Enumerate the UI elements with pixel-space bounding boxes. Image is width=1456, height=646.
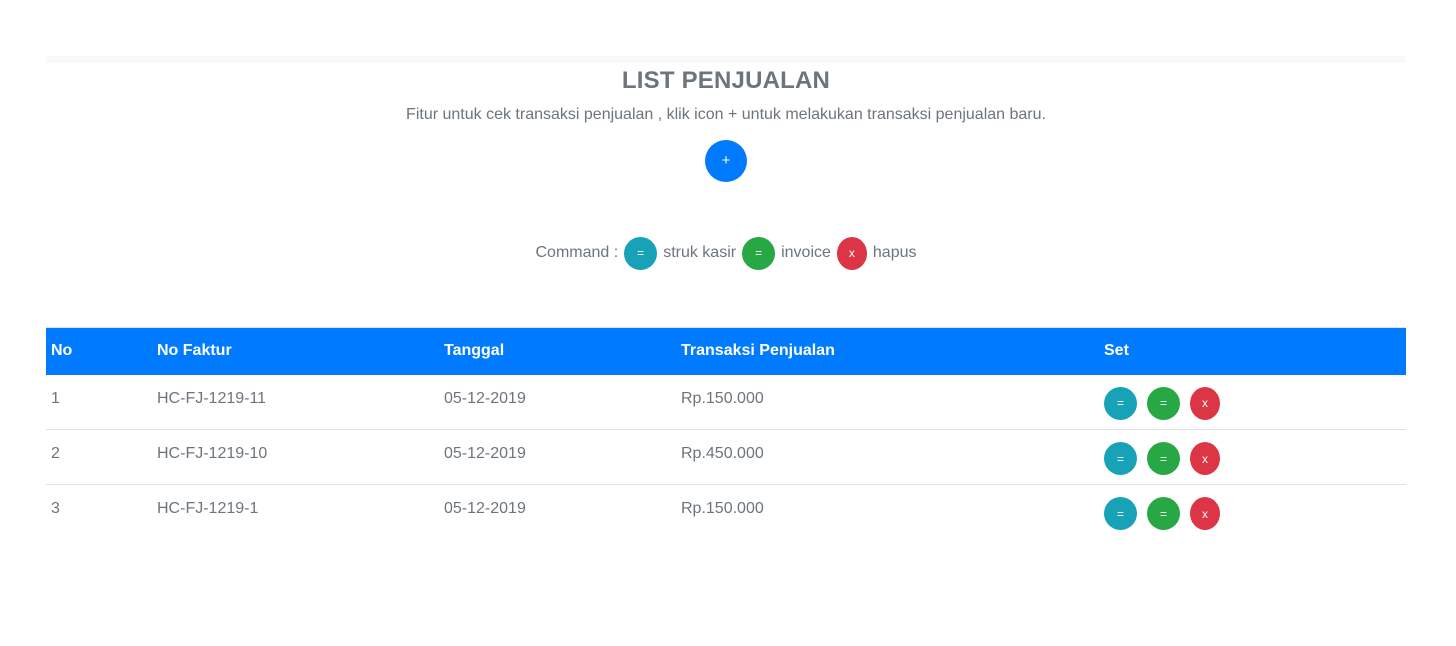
transaction-amount: Rp.450.000 bbox=[681, 445, 764, 462]
cell-faktur: HC-FJ-1219-11 bbox=[152, 375, 439, 430]
top-band-divider bbox=[46, 56, 1406, 63]
table-row: 3 HC-FJ-1219-1 05-12-2019 Rp.150.000 = =… bbox=[46, 484, 1406, 540]
hapus-legend-label: hapus bbox=[872, 244, 917, 261]
cell-tanggal: 05-12-2019 bbox=[439, 484, 676, 540]
invoice-number: HC-FJ-1219-1 bbox=[157, 500, 259, 518]
column-header-transaksi: Transaksi Penjualan bbox=[681, 342, 835, 360]
table-row: 2 HC-FJ-1219-10 05-12-2019 Rp.450.000 = … bbox=[46, 429, 1406, 485]
invoice-number: HC-FJ-1219-11 bbox=[157, 389, 267, 407]
table-header: No No Faktur Tanggal Transaksi Penjualan… bbox=[46, 327, 1406, 375]
transaction-date: 05-12-2019 bbox=[444, 445, 526, 462]
cell-no: 1 bbox=[46, 375, 152, 430]
cell-transaksi: Rp.150.000 bbox=[676, 484, 1099, 540]
transaction-amount: Rp.150.000 bbox=[681, 500, 764, 518]
invoice-number: HC-FJ-1219-10 bbox=[157, 445, 268, 462]
struk-kasir-legend-icon: = bbox=[624, 236, 658, 270]
cell-set: = = x bbox=[1099, 375, 1406, 430]
table-body: 1 HC-FJ-1219-11 05-12-2019 Rp.150.000 = … bbox=[46, 375, 1406, 540]
cell-no: 2 bbox=[46, 429, 152, 485]
page-header-section: LIST PENJUALAN Fitur untuk cek transaksi… bbox=[46, 56, 1406, 270]
page-title: LIST PENJUALAN bbox=[621, 67, 831, 94]
command-label: Command : bbox=[535, 244, 619, 261]
sales-table-wrapper: No No Faktur Tanggal Transaksi Penjualan… bbox=[46, 327, 1406, 540]
row-actions: = = x bbox=[1104, 442, 1401, 475]
row-number: 2 bbox=[51, 445, 60, 462]
transaction-date: 05-12-2019 bbox=[444, 389, 526, 407]
column-header-set: Set bbox=[1104, 342, 1129, 360]
struk-kasir-legend-label: struk kasir bbox=[663, 244, 737, 261]
hapus-legend-icon: x bbox=[836, 236, 867, 270]
table-row: 1 HC-FJ-1219-11 05-12-2019 Rp.150.000 = … bbox=[46, 375, 1406, 430]
struk-kasir-button[interactable]: = bbox=[1104, 386, 1137, 420]
row-actions: = = x bbox=[1104, 386, 1401, 420]
page-subtitle: Fitur untuk cek transaksi penjualan , kl… bbox=[406, 106, 1046, 123]
invoice-button[interactable]: = bbox=[1147, 497, 1180, 531]
add-transaction-button[interactable]: + bbox=[705, 140, 747, 182]
delete-button[interactable]: x bbox=[1190, 497, 1220, 531]
row-number: 1 bbox=[51, 389, 60, 407]
delete-button[interactable]: x bbox=[1190, 442, 1220, 475]
invoice-legend-icon: = bbox=[742, 236, 776, 270]
invoice-button[interactable]: = bbox=[1147, 386, 1180, 420]
cell-no: 3 bbox=[46, 484, 152, 540]
transaction-amount: Rp.150.000 bbox=[681, 389, 764, 407]
cell-set: = = x bbox=[1099, 429, 1406, 485]
column-header-tanggal: Tanggal bbox=[444, 342, 505, 360]
table-header-row: No No Faktur Tanggal Transaksi Penjualan… bbox=[46, 327, 1406, 375]
sales-table: No No Faktur Tanggal Transaksi Penjualan… bbox=[46, 327, 1406, 540]
cell-faktur: HC-FJ-1219-1 bbox=[152, 484, 439, 540]
cell-tanggal: 05-12-2019 bbox=[439, 375, 676, 430]
row-actions: = = x bbox=[1104, 497, 1401, 531]
cell-transaksi: Rp.150.000 bbox=[676, 375, 1099, 430]
struk-kasir-button[interactable]: = bbox=[1104, 442, 1137, 475]
invoice-button[interactable]: = bbox=[1147, 442, 1180, 475]
add-button-wrapper: + bbox=[46, 140, 1406, 182]
cell-set: = = x bbox=[1099, 484, 1406, 540]
cell-faktur: HC-FJ-1219-10 bbox=[152, 429, 439, 485]
command-legend: Command : = struk kasir = invoice x hapu… bbox=[46, 236, 1406, 270]
column-header-no: No bbox=[51, 342, 73, 360]
invoice-legend-label: invoice bbox=[781, 244, 831, 261]
transaction-date: 05-12-2019 bbox=[444, 500, 526, 518]
row-number: 3 bbox=[51, 500, 60, 518]
delete-button[interactable]: x bbox=[1190, 386, 1220, 420]
column-header-no-faktur: No Faktur bbox=[157, 342, 232, 360]
cell-tanggal: 05-12-2019 bbox=[439, 429, 676, 485]
cell-transaksi: Rp.450.000 bbox=[676, 429, 1099, 485]
struk-kasir-button[interactable]: = bbox=[1104, 497, 1137, 531]
